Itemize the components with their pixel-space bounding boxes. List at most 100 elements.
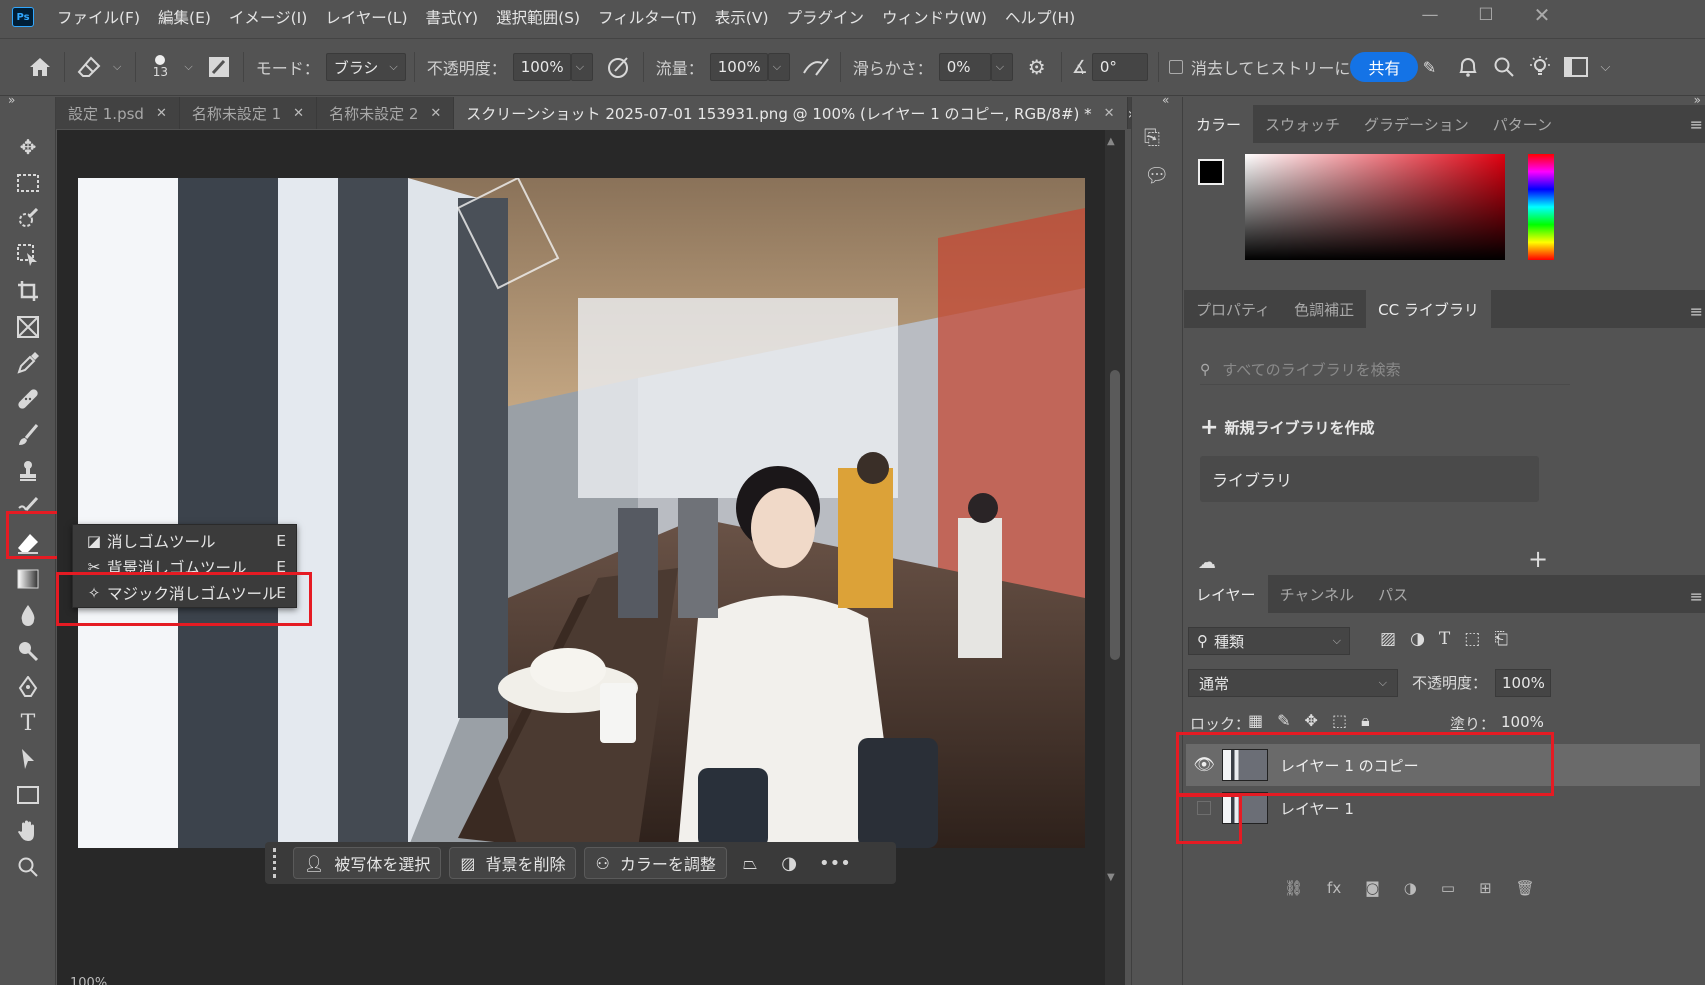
panel-menu-icon[interactable]: ≡: [1690, 587, 1703, 606]
panel-menu-icon[interactable]: ≡: [1690, 115, 1703, 134]
adjustment-layer-icon[interactable]: ◑: [1404, 879, 1417, 897]
menu-edit[interactable]: 編集(E): [149, 6, 220, 28]
filter-smart-object-icon[interactable]: ⎗: [1494, 629, 1508, 649]
new-library-button[interactable]: + 新規ライブラリを作成: [1200, 415, 1374, 440]
smoothing-input[interactable]: 0%: [938, 53, 991, 81]
menu-select[interactable]: 選択範囲(S): [487, 6, 589, 28]
tab-layers[interactable]: レイヤー: [1184, 575, 1268, 613]
mask-icon[interactable]: ◑: [781, 853, 797, 874]
pen-tool-icon[interactable]: [8, 671, 48, 703]
new-group-icon[interactable]: ▭: [1441, 879, 1455, 897]
scrollbar-thumb[interactable]: [1110, 370, 1120, 660]
hand-tool-icon[interactable]: [8, 815, 48, 847]
tab-paths[interactable]: パス: [1366, 575, 1420, 613]
menu-file[interactable]: ファイル(F): [48, 6, 149, 28]
brush-settings-icon[interactable]: [201, 49, 237, 85]
menu-plugins[interactable]: プラグイン: [778, 6, 874, 28]
pen-icon[interactable]: ✎: [1418, 49, 1440, 85]
menu-layer[interactable]: レイヤー(L): [316, 6, 416, 28]
flow-input[interactable]: 100%: [709, 53, 768, 81]
menu-filter[interactable]: フィルター(T): [589, 6, 706, 28]
tab-channels[interactable]: チャンネル: [1268, 575, 1367, 613]
menu-type[interactable]: 書式(Y): [417, 6, 488, 28]
move-tool-icon[interactable]: ✥: [8, 131, 48, 163]
blend-mode-select[interactable]: 通常 ⌵: [1188, 669, 1398, 697]
delete-layer-icon[interactable]: 🗑︎: [1516, 879, 1535, 897]
menu-item-eraser-tool[interactable]: ◪ 消しゴムツール E: [73, 528, 298, 554]
lock-artboard-icon[interactable]: ⬚: [1332, 711, 1347, 731]
panel-menu-icon[interactable]: ≡: [1690, 302, 1703, 321]
select-subject-button[interactable]: 👤︎ 被写体を選択: [293, 847, 442, 879]
history-checkbox[interactable]: [1168, 60, 1183, 74]
remove-background-button[interactable]: ▨ 背景を削除: [449, 847, 577, 879]
menu-help[interactable]: ヘルプ(H): [996, 6, 1084, 28]
rectangle-tool-icon[interactable]: [8, 779, 48, 811]
close-icon[interactable]: ✕: [1104, 106, 1115, 121]
tab-properties[interactable]: プロパティ: [1184, 290, 1282, 328]
tab-color[interactable]: カラー: [1184, 105, 1254, 143]
object-select-tool-icon[interactable]: [8, 239, 48, 271]
color-picker-field[interactable]: [1245, 154, 1505, 260]
workspace-icon[interactable]: [1558, 49, 1594, 85]
library-item[interactable]: ライブラリ: [1200, 456, 1539, 502]
opacity-dropdown[interactable]: ⌵: [570, 53, 593, 81]
smoothing-dropdown[interactable]: ⌵: [990, 53, 1013, 81]
chevron-down-icon[interactable]: ⌵: [184, 60, 192, 74]
close-icon[interactable]: ✕: [293, 106, 304, 121]
lightbulb-icon[interactable]: [1522, 49, 1558, 85]
comments-panel-icon[interactable]: 💬︎: [1144, 163, 1169, 187]
vertical-scrollbar[interactable]: ▲ ▼: [1105, 130, 1125, 985]
menu-view[interactable]: 表示(V): [706, 6, 778, 28]
filter-shape-icon[interactable]: ⬚: [1464, 629, 1480, 649]
filter-adjustment-icon[interactable]: ◑: [1410, 629, 1425, 649]
new-layer-icon[interactable]: ⊞: [1479, 879, 1492, 897]
add-icon[interactable]: +: [1528, 545, 1548, 573]
chevron-down-icon[interactable]: ⌵: [113, 60, 121, 74]
eyedropper-tool-icon[interactable]: [8, 347, 48, 379]
library-search-input[interactable]: ⚲ すべてのライブラリを検索: [1200, 355, 1570, 385]
drag-handle[interactable]: [273, 848, 277, 878]
layer-name[interactable]: レイヤー 1: [1280, 798, 1354, 819]
foreground-color-swatch[interactable]: [1198, 159, 1224, 185]
link-layers-icon[interactable]: ⛓: [1284, 879, 1303, 897]
type-tool-icon[interactable]: T: [8, 707, 48, 739]
scroll-down-icon[interactable]: ▼: [1107, 872, 1115, 883]
tab-patterns[interactable]: パターン: [1481, 105, 1564, 143]
filter-type-icon[interactable]: T: [1439, 629, 1450, 649]
crop-tool-icon[interactable]: [8, 275, 48, 307]
flow-dropdown[interactable]: ⌵: [767, 53, 790, 81]
share-button[interactable]: 共有: [1350, 52, 1419, 82]
minimize-button[interactable]: —: [1400, 0, 1460, 30]
tab-adjustments[interactable]: 色調補正: [1282, 290, 1366, 328]
gradient-tool-icon[interactable]: [8, 563, 48, 595]
search-icon[interactable]: [1486, 49, 1522, 85]
maximize-button[interactable]: ☐: [1456, 0, 1516, 30]
pressure-opacity-icon[interactable]: [601, 49, 637, 85]
tab-document-3[interactable]: 名称未設定 2 ✕: [317, 97, 455, 129]
tab-gradients[interactable]: グラデーション: [1352, 105, 1481, 143]
close-icon[interactable]: ✕: [156, 106, 167, 121]
lock-transparency-icon[interactable]: ▦: [1248, 711, 1263, 731]
collapse-icon[interactable]: «: [1162, 93, 1169, 107]
zoom-tool-icon[interactable]: [8, 851, 48, 883]
menu-window[interactable]: ウィンドウ(W): [873, 6, 996, 28]
fx-icon[interactable]: fx: [1327, 879, 1341, 897]
close-window-button[interactable]: ✕: [1512, 0, 1572, 30]
blur-tool-icon[interactable]: [8, 599, 48, 631]
chevron-down-icon[interactable]: ⌵: [1600, 60, 1610, 75]
gear-icon[interactable]: ⚙: [1019, 49, 1055, 85]
clone-stamp-tool-icon[interactable]: [8, 455, 48, 487]
layer-opacity-input[interactable]: 100%: [1495, 669, 1551, 697]
close-icon[interactable]: ✕: [430, 106, 441, 121]
dodge-tool-icon[interactable]: [8, 635, 48, 667]
eraser-preset-icon[interactable]: [71, 49, 107, 85]
marquee-tool-icon[interactable]: [8, 167, 48, 199]
history-panel-icon[interactable]: ⎘: [1144, 125, 1160, 149]
add-mask-icon[interactable]: ◙: [1365, 879, 1380, 897]
healing-brush-tool-icon[interactable]: [8, 383, 48, 415]
tab-swatches[interactable]: スウォッチ: [1253, 105, 1352, 143]
bell-icon[interactable]: [1450, 49, 1486, 85]
frame-tool-icon[interactable]: [8, 311, 48, 343]
collapse-icon[interactable]: »: [8, 93, 15, 107]
tab-document-2[interactable]: 名称未設定 1 ✕: [180, 97, 318, 129]
